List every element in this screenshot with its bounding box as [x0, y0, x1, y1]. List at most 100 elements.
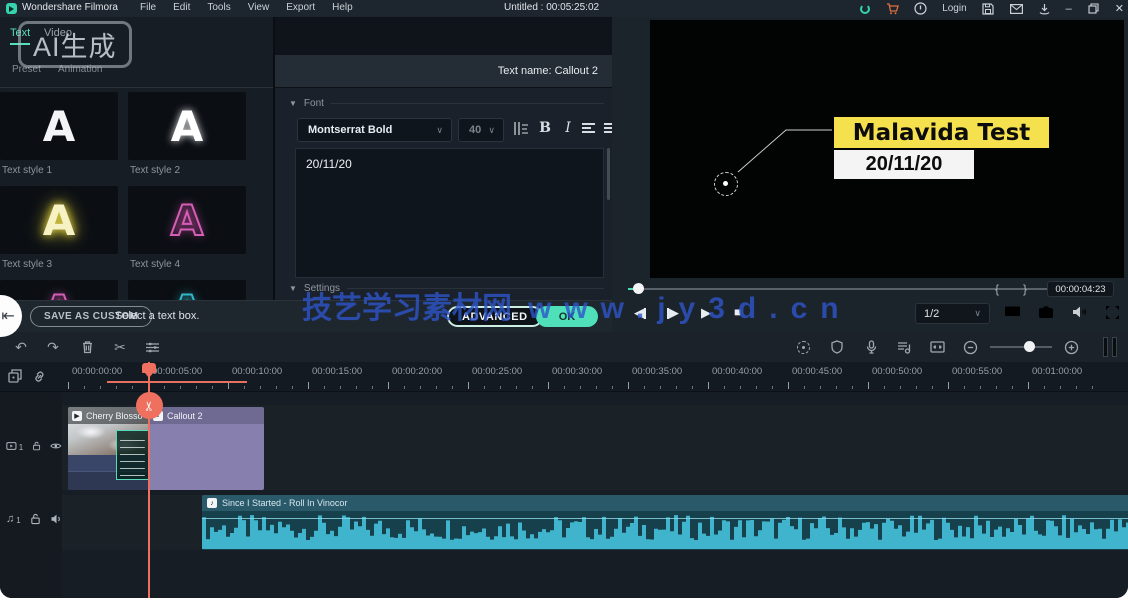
preset-card-2[interactable]: A: [128, 92, 246, 160]
copy-snapshot-icon[interactable]: [6, 367, 24, 385]
maximize-button[interactable]: [1087, 2, 1100, 15]
callout-clip-label: Callout 2: [167, 411, 203, 421]
previous-frame-button[interactable]: ◀: [634, 305, 646, 321]
preset-card-4[interactable]: A: [128, 186, 246, 254]
font-family-value: Montserrat Bold: [308, 124, 392, 136]
audio-clip[interactable]: ♪ Since I Started - Roll In Vinocor: [202, 495, 1128, 550]
track-header-column: 1 ♫ 1: [0, 392, 62, 598]
sync-icon[interactable]: [858, 2, 871, 15]
playhead-handle[interactable]: [142, 363, 156, 373]
callout-date-box[interactable]: 20/11/20: [834, 150, 974, 179]
waveform-midline: [202, 518, 1128, 519]
minimize-button[interactable]: –: [1066, 3, 1072, 15]
eye-icon[interactable]: [50, 441, 62, 451]
seek-bar[interactable]: [628, 288, 1105, 290]
collapse-triangle-icon[interactable]: ▼: [289, 284, 297, 293]
italic-button[interactable]: I: [558, 118, 578, 138]
login-button[interactable]: Login: [942, 3, 966, 14]
stop-button[interactable]: ■: [734, 305, 741, 319]
snapshot-camera-icon[interactable]: [1038, 305, 1056, 323]
zoom-slider[interactable]: [990, 346, 1052, 348]
filmora-logo-icon: [6, 3, 17, 14]
preset-card-5[interactable]: A: [0, 280, 118, 300]
callout-clip[interactable]: T Callout 2: [149, 407, 264, 490]
menu-file[interactable]: File: [140, 2, 156, 13]
text-content-input[interactable]: 20/11/20: [295, 148, 604, 278]
mark-out-icon[interactable]: }: [1023, 282, 1027, 296]
save-icon[interactable]: [982, 2, 995, 15]
fit-timeline-icon[interactable]: [928, 338, 946, 356]
collapse-triangle-icon[interactable]: ▼: [289, 99, 297, 108]
split-scissors-icon[interactable]: ✂: [111, 338, 129, 356]
preset-card-3[interactable]: A: [0, 186, 118, 254]
callout-title-box[interactable]: Malavida Test: [834, 117, 1049, 148]
menu-export[interactable]: Export: [286, 2, 315, 13]
preset-card-1[interactable]: A: [0, 92, 118, 160]
collapse-panel-button[interactable]: ⇤: [0, 295, 22, 337]
info-icon[interactable]: [914, 2, 927, 15]
cart-icon[interactable]: [886, 2, 899, 15]
play-button[interactable]: ▶: [701, 305, 711, 321]
bold-button[interactable]: B: [535, 118, 555, 138]
video-track-number: 1: [19, 443, 23, 452]
preset-label-4: Text style 4: [130, 259, 180, 270]
volume-icon[interactable]: [1072, 305, 1090, 323]
timeline-ruler[interactable]: 00:00:00:0000:00:05:0000:00:10:0000:00:1…: [0, 362, 1128, 392]
editor-scrollbar[interactable]: [607, 148, 610, 200]
seek-bar-knob[interactable]: [633, 283, 644, 294]
zoom-slider-knob[interactable]: [1024, 341, 1035, 352]
lock-icon[interactable]: [32, 440, 41, 452]
font-size-value: 40: [469, 124, 481, 136]
quality-select[interactable]: 1/2 ∨: [915, 303, 990, 324]
menu-tools[interactable]: Tools: [207, 2, 230, 13]
select-textbox-hint: Select a text box.: [115, 310, 199, 322]
undo-icon[interactable]: ↶: [12, 338, 30, 356]
delete-icon[interactable]: [78, 338, 96, 356]
letter-spacing-icon[interactable]: [511, 118, 531, 138]
export-device-icon[interactable]: [1038, 2, 1051, 15]
motion-tracking-icon[interactable]: [794, 338, 812, 356]
menu-edit[interactable]: Edit: [173, 2, 190, 13]
font-section-header[interactable]: ▼ Font: [289, 98, 604, 109]
divider: [0, 87, 273, 88]
fullscreen-icon[interactable]: [1105, 305, 1123, 323]
link-icon[interactable]: [30, 367, 48, 385]
display-icon[interactable]: [1004, 305, 1022, 323]
audio-mixer-icon[interactable]: [895, 338, 913, 356]
advanced-button[interactable]: ADVANCED: [447, 306, 543, 327]
redo-icon[interactable]: ↷: [44, 338, 62, 356]
zoom-in-icon[interactable]: [1062, 338, 1080, 356]
menu-view[interactable]: View: [248, 2, 270, 13]
font-family-select[interactable]: Montserrat Bold ∨: [297, 118, 452, 142]
video-track: ▶ Cherry Blosso T Callout 2: [62, 405, 1128, 490]
audio-track-header: ♫ 1: [0, 513, 62, 525]
voiceover-mic-icon[interactable]: [862, 338, 880, 356]
preset-card-6[interactable]: A: [128, 280, 246, 300]
menu-help[interactable]: Help: [332, 2, 353, 13]
next-frame-button[interactable]: ▶: [667, 305, 679, 321]
audio-waveform: [202, 511, 1128, 549]
adjust-sliders-icon[interactable]: [143, 338, 161, 356]
mark-in-icon[interactable]: {: [995, 282, 999, 296]
ok-button[interactable]: OK: [536, 306, 598, 327]
settings-section-header[interactable]: ▼ Settings: [289, 283, 604, 294]
video-viewport[interactable]: Malavida Test 20/11/20: [650, 20, 1124, 278]
close-button[interactable]: ✕: [1115, 2, 1124, 15]
keyframe-shield-icon[interactable]: [828, 338, 846, 356]
lock-icon[interactable]: [30, 513, 41, 525]
panel-toggle-icon[interactable]: [1103, 337, 1117, 357]
speaker-icon[interactable]: [50, 513, 62, 525]
callout-target-circle[interactable]: [714, 172, 738, 196]
mail-icon[interactable]: [1010, 2, 1023, 15]
text-name-header: Text name: Callout 2: [275, 55, 612, 88]
scissors-icon: ✂: [142, 400, 158, 411]
ruler-scale[interactable]: 00:00:00:0000:00:05:0000:00:10:0000:00:1…: [62, 362, 1128, 392]
preset-letter: A: [171, 286, 204, 300]
align-left-icon[interactable]: [578, 118, 598, 138]
zoom-out-icon[interactable]: [961, 338, 979, 356]
font-size-select[interactable]: 40 ∨: [458, 118, 504, 142]
playhead-scissors-badge[interactable]: ✂: [136, 392, 163, 419]
preview-panel: Malavida Test 20/11/20 { } 00:00:04:23 ◀…: [612, 17, 1128, 332]
video-clip[interactable]: ▶ Cherry Blosso: [68, 407, 149, 490]
tracks-area: 1 ♫ 1 ▶ Ch: [0, 392, 1128, 598]
